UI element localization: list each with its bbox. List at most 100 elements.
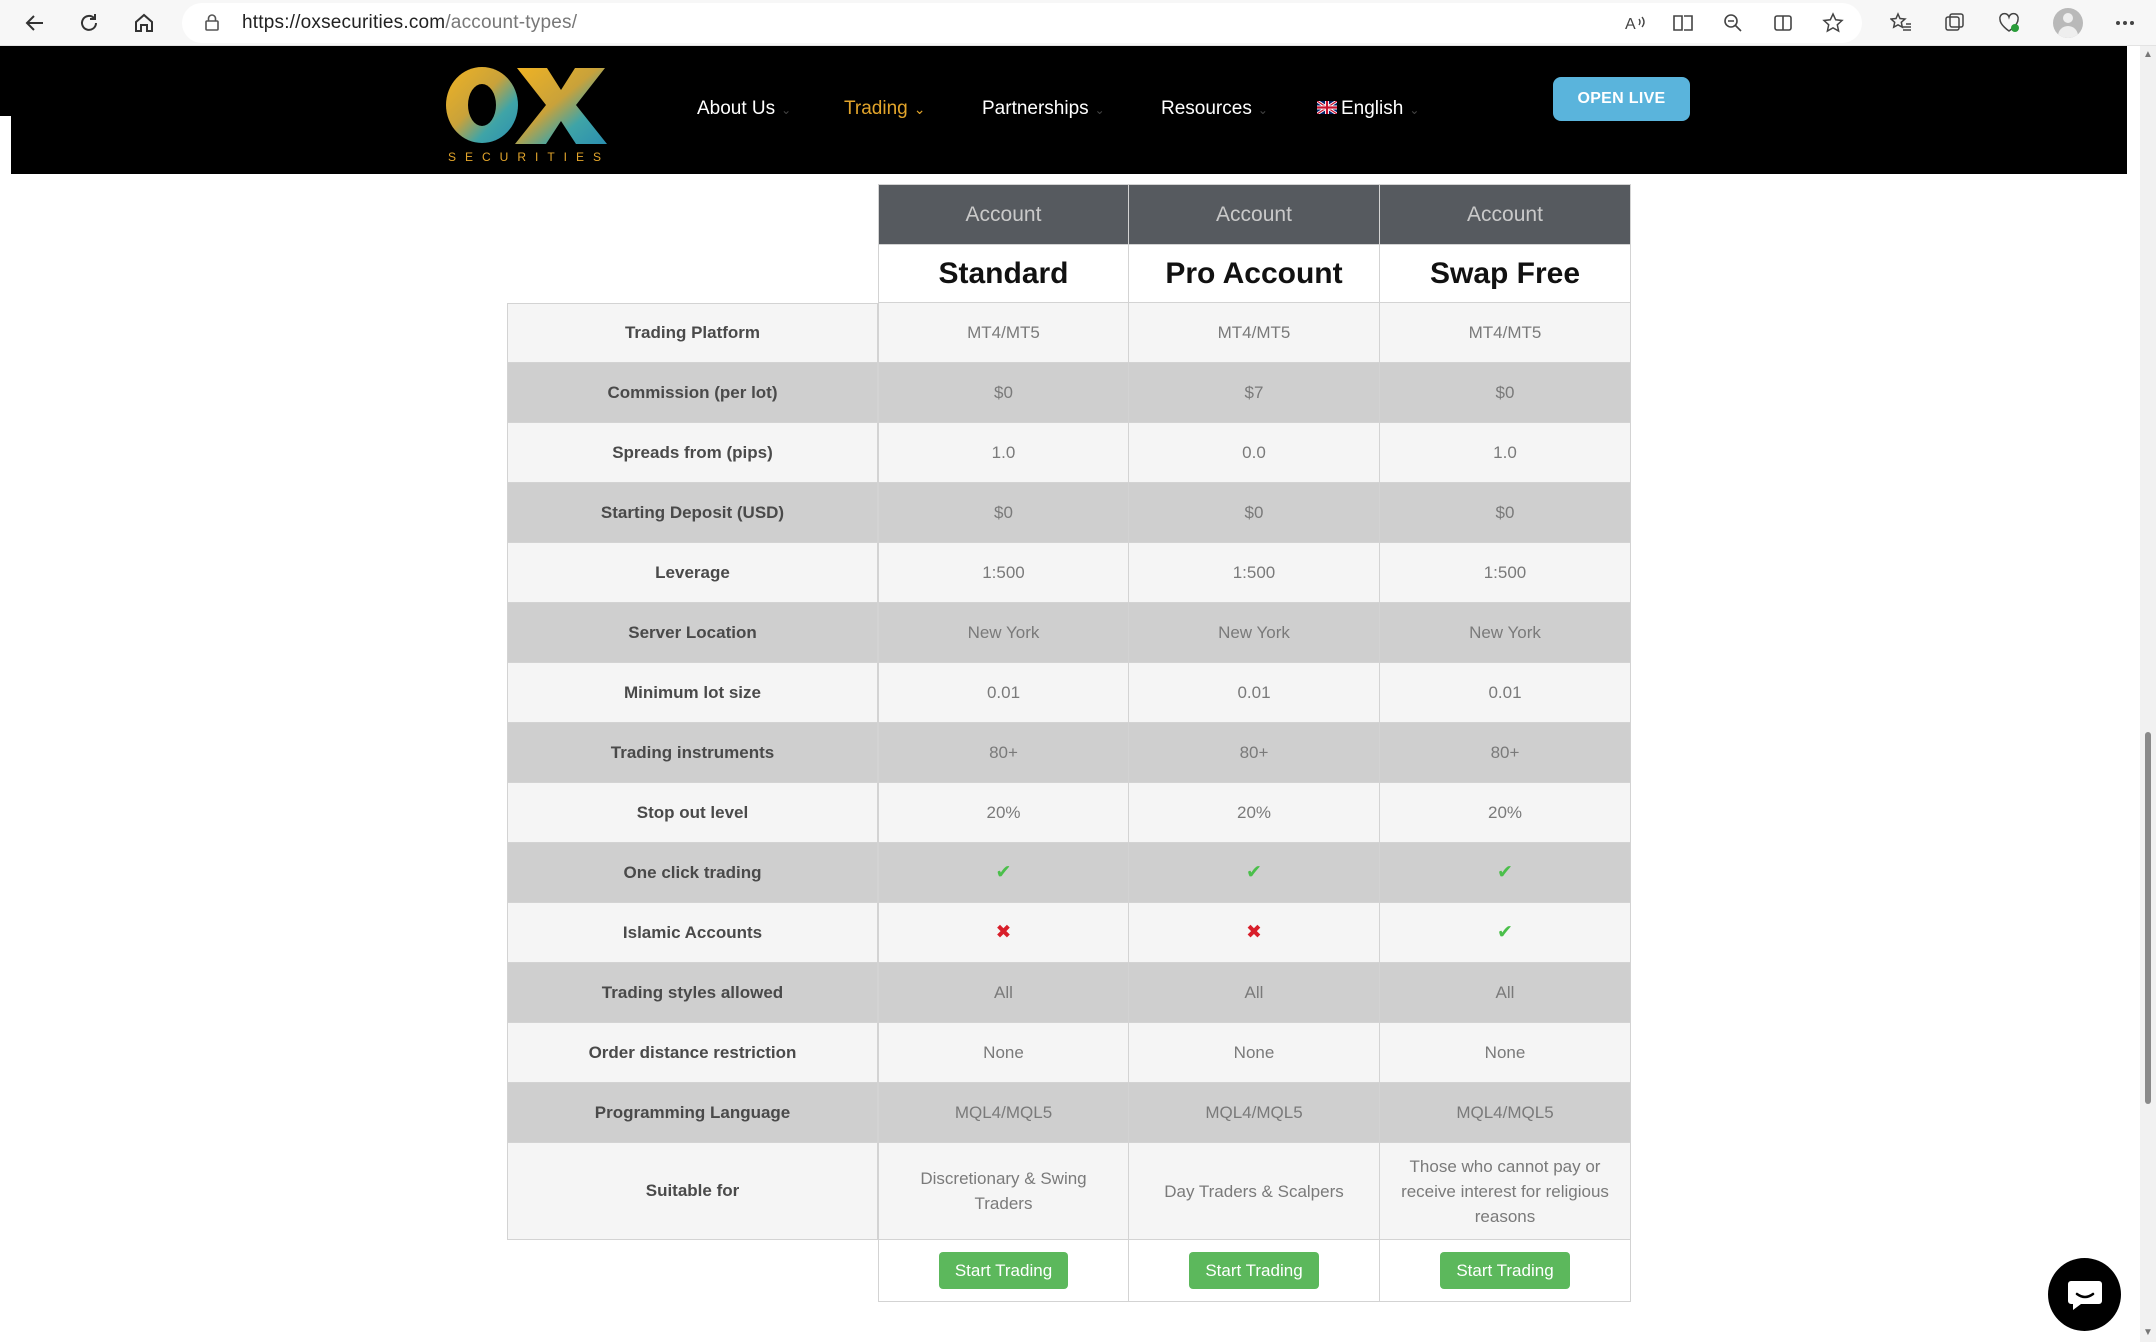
table-cell: 80+ <box>878 723 1129 783</box>
start-trading-button[interactable]: Start Trading <box>1440 1252 1570 1289</box>
cta-cell: Start Trading <box>1129 1240 1380 1302</box>
scroll-up-icon[interactable]: ▲ <box>2143 50 2153 60</box>
row-label: Minimum lot size <box>507 663 878 723</box>
chat-bubble-icon <box>2067 1280 2102 1310</box>
uk-flag-icon <box>1316 98 1338 120</box>
table-cell: MT4/MT5 <box>1129 303 1380 363</box>
row-label: Spreads from (pips) <box>507 423 878 483</box>
table-cell: All <box>878 963 1129 1023</box>
table-cell: MT4/MT5 <box>878 303 1129 363</box>
table-cell: 80+ <box>1380 723 1631 783</box>
svg-text:SECURITIES: SECURITIES <box>448 150 610 164</box>
cta-cell: Start Trading <box>1380 1240 1631 1302</box>
immersive-reader-icon[interactable] <box>1668 8 1698 38</box>
table-cell: None <box>1380 1023 1631 1083</box>
table-cell: 1:500 <box>1380 543 1631 603</box>
table-cell: MQL4/MQL5 <box>1129 1083 1380 1143</box>
cta-cell: Start Trading <box>878 1240 1129 1302</box>
table-cell: 20% <box>1380 783 1631 843</box>
nav-about-us[interactable]: About Us ⌄ <box>697 98 791 120</box>
table-cell: $7 <box>1129 363 1380 423</box>
table-cell: Day Traders & Scalpers <box>1129 1143 1380 1240</box>
check-icon: ✔ <box>1246 862 1262 883</box>
nav-trading[interactable]: Trading ⌄ <box>844 98 925 120</box>
table-cell: 1.0 <box>1380 423 1631 483</box>
collections-icon[interactable] <box>1940 8 1970 38</box>
row-label: One click trading <box>507 843 878 903</box>
row-label: Server Location <box>507 603 878 663</box>
table-cell: ✖ <box>1129 903 1380 963</box>
profile-avatar[interactable] <box>2053 8 2083 38</box>
browser-essentials-icon[interactable] <box>1994 8 2024 38</box>
table-cell: Discretionary & Swing Traders <box>878 1143 1129 1240</box>
table-cell: $0 <box>878 363 1129 423</box>
table-cell: 0.0 <box>1129 423 1380 483</box>
table-cell: 0.01 <box>1380 663 1631 723</box>
zoom-icon[interactable] <box>1718 8 1748 38</box>
row-label: Order distance restriction <box>507 1023 878 1083</box>
row-label: Stop out level <box>507 783 878 843</box>
account-name-2: Swap Free <box>1380 245 1631 303</box>
table-cell: $0 <box>878 483 1129 543</box>
back-arrow-icon[interactable] <box>16 4 54 42</box>
nav-partnerships[interactable]: Partnerships ⌄ <box>982 98 1105 120</box>
nav-resources[interactable]: Resources ⌄ <box>1161 98 1268 120</box>
cross-icon: ✖ <box>1246 922 1262 943</box>
account-header-label: Account <box>1129 184 1380 245</box>
start-trading-button[interactable]: Start Trading <box>938 1252 1069 1289</box>
check-icon: ✔ <box>995 862 1012 883</box>
account-name-1: Pro Account <box>1129 245 1380 303</box>
address-bar[interactable]: https://oxsecurities.com/account-types/ <box>182 3 1862 43</box>
row-label: Islamic Accounts <box>507 903 878 963</box>
open-live-button[interactable]: OPEN LIVE <box>1553 77 1690 121</box>
table-cell: 80+ <box>1129 723 1380 783</box>
table-cell: All <box>1129 963 1380 1023</box>
row-label: Programming Language <box>507 1083 878 1143</box>
table-cell: ✔ <box>1380 843 1631 903</box>
table-cell: $0 <box>1380 483 1631 543</box>
start-trading-button[interactable]: Start Trading <box>1189 1252 1319 1289</box>
svg-text:A: A <box>1625 16 1636 33</box>
table-cell: 1:500 <box>878 543 1129 603</box>
table-cell: Those who cannot pay or receive interest… <box>1380 1143 1631 1240</box>
more-options-icon[interactable] <box>2110 8 2140 38</box>
row-label: Commission (per lot) <box>507 363 878 423</box>
table-cell: ✔ <box>1129 843 1380 903</box>
home-icon[interactable] <box>125 4 163 42</box>
read-aloud-icon[interactable]: A <box>1620 8 1650 38</box>
row-label: Suitable for <box>507 1143 878 1240</box>
table-cell: MT4/MT5 <box>1380 303 1631 363</box>
favorites-icon[interactable] <box>1886 8 1916 38</box>
row-label: Trading instruments <box>507 723 878 783</box>
nav-language[interactable]: English ⌄ <box>1316 98 1419 120</box>
url-text: https://oxsecurities.com/account-types/ <box>242 12 578 33</box>
chat-button[interactable] <box>2048 1258 2121 1331</box>
check-icon: ✔ <box>1497 922 1513 943</box>
table-cell: None <box>1129 1023 1380 1083</box>
table-cell: $0 <box>1380 363 1631 423</box>
split-screen-icon[interactable] <box>1768 8 1798 38</box>
browser-toolbar: https://oxsecurities.com/account-types/ … <box>0 0 2156 46</box>
table-cell: 0.01 <box>878 663 1129 723</box>
row-label: Trading Platform <box>507 303 878 363</box>
table-cell: 20% <box>878 783 1129 843</box>
account-header-label: Account <box>1380 184 1631 245</box>
table-cell: All <box>1380 963 1631 1023</box>
table-cell: ✔ <box>878 843 1129 903</box>
table-cell: New York <box>1380 603 1631 663</box>
table-cell: New York <box>878 603 1129 663</box>
ox-securities-logo[interactable]: SECURITIES <box>439 64 619 164</box>
lock-icon[interactable] <box>204 13 220 36</box>
favorite-star-icon[interactable] <box>1818 8 1848 38</box>
page-scrollbar[interactable]: ▲ ▼ <box>2140 46 2156 1342</box>
header-edge <box>0 46 11 116</box>
refresh-icon[interactable] <box>70 4 108 42</box>
scroll-thumb[interactable] <box>2145 732 2151 1104</box>
table-cell: 0.01 <box>1129 663 1380 723</box>
check-icon: ✔ <box>1497 862 1513 883</box>
row-label: Leverage <box>507 543 878 603</box>
scroll-down-icon[interactable]: ▼ <box>2143 1328 2153 1338</box>
table-cell: New York <box>1129 603 1380 663</box>
cross-icon: ✖ <box>995 922 1012 943</box>
table-cell: ✔ <box>1380 903 1631 963</box>
